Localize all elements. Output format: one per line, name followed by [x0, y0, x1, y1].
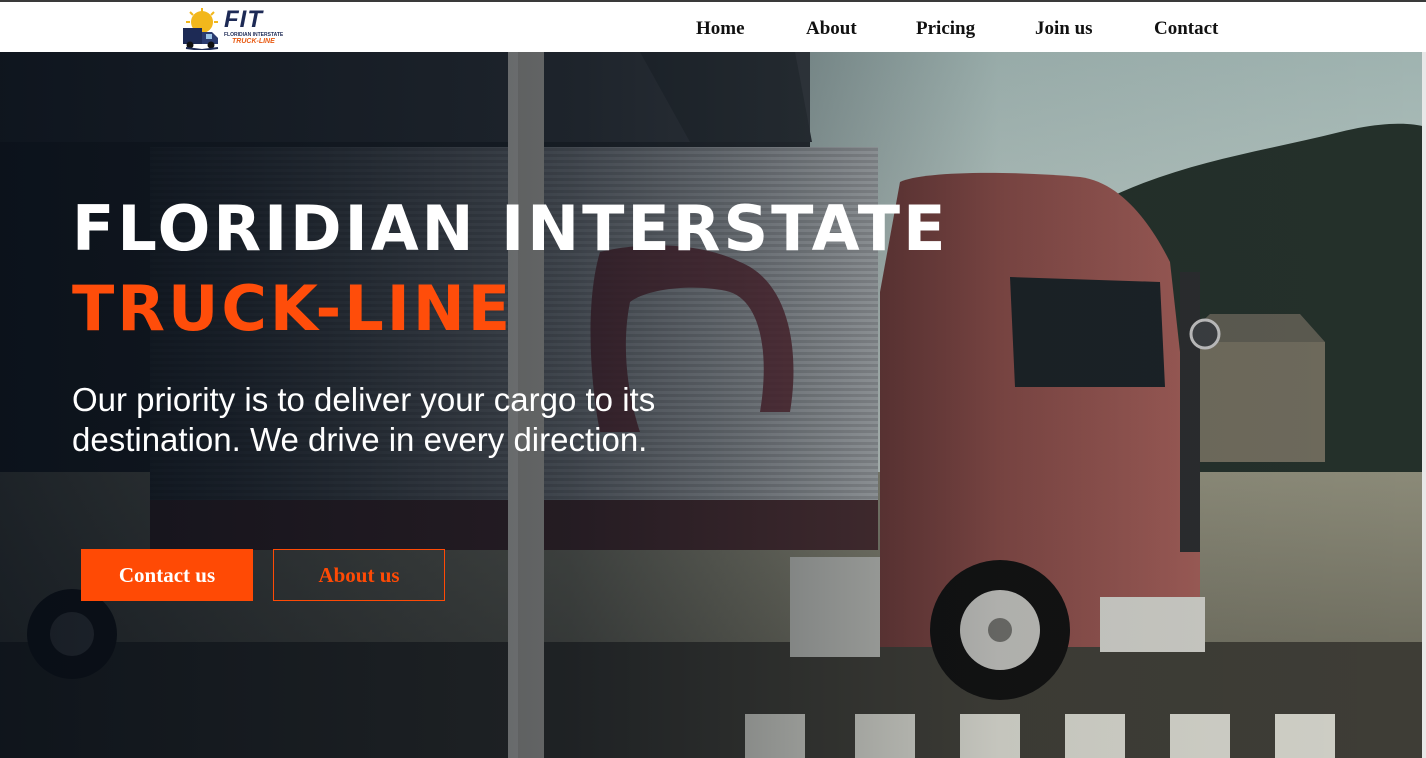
- about-us-button[interactable]: About us: [273, 549, 445, 601]
- nav-home[interactable]: Home: [696, 18, 745, 40]
- main-nav: Home About Pricing Join us Contact: [0, 18, 1426, 42]
- nav-about[interactable]: About: [806, 18, 857, 40]
- nav-pricing[interactable]: Pricing: [916, 18, 975, 40]
- site-header: FIT FLORIDIAN INTERSTATE TRUCK-LINE Home…: [0, 0, 1426, 52]
- hero-section: FLORIDIAN INTERSTATE TRUCK-LINE Our prio…: [0, 52, 1426, 758]
- hero-title-line2: TRUCK-LINE: [72, 272, 514, 345]
- nav-join-us[interactable]: Join us: [1035, 18, 1093, 40]
- contact-us-button[interactable]: Contact us: [81, 549, 253, 601]
- hero-description: Our priority is to deliver your cargo to…: [72, 381, 656, 458]
- nav-contact[interactable]: Contact: [1154, 18, 1218, 40]
- hero-title-line1: FLORIDIAN INTERSTATE: [72, 192, 949, 265]
- scrollbar-track[interactable]: [1422, 52, 1426, 758]
